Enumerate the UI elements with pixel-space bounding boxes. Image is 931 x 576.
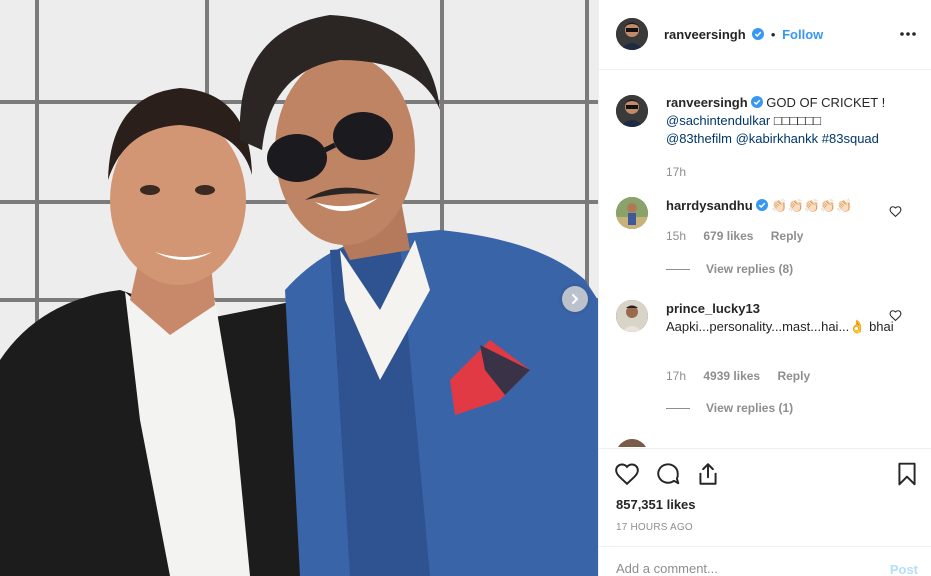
comment-time[interactable]: 15h	[666, 229, 686, 243]
post-timestamp[interactable]: 17 HOURS AGO	[616, 522, 693, 533]
avatar-image	[616, 197, 648, 229]
mention-link[interactable]: @kabirkhankk	[736, 131, 819, 146]
add-comment-bar: Post	[599, 546, 931, 576]
commenter-username[interactable]: harrdysandhu	[666, 198, 753, 213]
caption-emoji: □□□□□□	[773, 113, 822, 128]
next-photo-button[interactable]	[562, 286, 588, 312]
mention-link[interactable]: @sachintendulkar	[666, 113, 770, 128]
heart-icon[interactable]	[614, 461, 640, 487]
commenter-username[interactable]: prince_lucky13	[666, 301, 760, 316]
comments-section: ranveersingh GOD OF CRICKET ! @sachinten…	[599, 71, 931, 447]
verified-badge-icon	[750, 96, 763, 108]
add-comment-input[interactable]	[616, 561, 856, 576]
caption-text: ranveersingh GOD OF CRICKET ! @sachinten…	[666, 94, 896, 148]
view-replies-button[interactable]: View replies (8)	[666, 262, 793, 276]
author-avatar[interactable]	[616, 18, 648, 50]
comment-text: harrdysandhu 👏🏻👏🏻👏🏻👏🏻👏🏻	[666, 197, 896, 215]
caption-body: GOD OF CRICKET !	[766, 95, 886, 110]
comment-body: 👏🏻👏🏻👏🏻👏🏻👏🏻	[771, 198, 853, 213]
comment-likes[interactable]: 4939 likes	[703, 369, 760, 383]
post-actions: 857,351 likes 17 HOURS AGO	[599, 448, 931, 546]
hashtag-link[interactable]: #83squad	[822, 131, 879, 146]
replies-divider	[666, 268, 690, 270]
commenter-avatar[interactable]	[616, 197, 648, 229]
comment-like-heart-icon[interactable]	[889, 309, 902, 322]
bookmark-icon[interactable]	[894, 461, 920, 487]
comment-icon[interactable]	[655, 461, 681, 487]
replies-divider	[666, 407, 690, 409]
comment-time[interactable]: 17h	[666, 369, 686, 383]
post-comment-button[interactable]: Post	[890, 562, 918, 576]
comment-text: prince_lucky13 Aapki...personality...mas…	[666, 300, 896, 336]
avatar-image	[616, 300, 648, 332]
caption-author[interactable]: ranveersingh	[666, 95, 748, 110]
comment-likes[interactable]: 679 likes	[703, 229, 753, 243]
view-replies-button[interactable]: View replies (1)	[666, 401, 793, 415]
comment-meta: 17h 4939 likes Reply	[666, 369, 824, 383]
reply-button[interactable]: Reply	[777, 369, 810, 383]
likes-count[interactable]: 857,351 likes	[616, 497, 696, 512]
view-replies-label: View replies (8)	[706, 262, 794, 276]
commenter-avatar[interactable]	[616, 300, 648, 332]
photo-figures	[0, 15, 598, 576]
comment-item: prince_lucky13 Aapki...personality...mas…	[616, 300, 916, 415]
share-icon[interactable]	[695, 461, 721, 487]
separator-dot: •	[770, 27, 776, 42]
chevron-right-icon	[572, 294, 578, 304]
reply-button[interactable]: Reply	[771, 229, 804, 243]
caption-meta: 17h	[666, 165, 700, 179]
commenter-avatar[interactable]	[616, 439, 648, 447]
caption-avatar[interactable]	[616, 95, 648, 127]
comment-item: harrdysandhu 👏🏻👏🏻👏🏻👏🏻👏🏻 15h 679 likes Re…	[616, 197, 916, 277]
post-header: ranveersingh • Follow	[599, 0, 931, 70]
comment-body: Aapki...personality...mast...hai...👌 bha…	[666, 319, 894, 334]
avatar-image	[616, 95, 648, 127]
comment-meta: 15h 679 likes Reply	[666, 229, 817, 243]
avatar-image	[616, 18, 648, 50]
author-username[interactable]: ranveersingh	[664, 27, 746, 42]
post-sidebar: ranveersingh • Follow ranveersingh GOD O…	[598, 0, 931, 576]
mention-link[interactable]: @83thefilm	[666, 131, 732, 146]
comment-like-heart-icon[interactable]	[889, 205, 902, 218]
follow-button[interactable]: Follow	[782, 27, 823, 42]
caption: ranveersingh GOD OF CRICKET ! @sachinten…	[616, 95, 916, 185]
view-replies-label: View replies (1)	[706, 401, 794, 415]
more-horizontal-icon[interactable]	[898, 24, 918, 44]
verified-badge-icon	[752, 28, 765, 40]
post-photo[interactable]	[0, 0, 598, 576]
caption-time[interactable]: 17h	[666, 165, 686, 179]
verified-badge-icon	[755, 199, 768, 211]
